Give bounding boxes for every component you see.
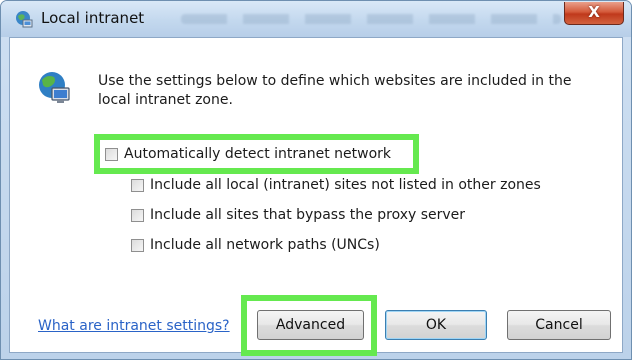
auto-detect-checkbox[interactable] [105, 147, 118, 161]
bypass-proxy-checkbox[interactable] [131, 208, 144, 222]
network-paths-label: Include all network paths (UNCs) [150, 237, 380, 253]
option-local-sites[interactable]: Include all local (intranet) sites not l… [131, 177, 541, 193]
intranet-settings-help-link[interactable]: What are intranet settings? [38, 318, 230, 334]
local-intranet-dialog: Local intranet X Use the settings below … [0, 0, 632, 360]
option-auto-detect[interactable]: Automatically detect intranet network [105, 146, 391, 162]
local-sites-checkbox[interactable] [131, 178, 144, 192]
title-bar[interactable]: Local intranet X [1, 1, 631, 37]
local-sites-label: Include all local (intranet) sites not l… [150, 177, 541, 193]
background-window-tabs [181, 14, 561, 24]
globe-computer-icon [39, 72, 70, 103]
close-button[interactable]: X [564, 2, 624, 25]
network-paths-checkbox[interactable] [131, 238, 144, 252]
intranet-zone-icon [16, 11, 33, 28]
cancel-button[interactable]: Cancel [507, 310, 611, 340]
auto-detect-label: Automatically detect intranet network [124, 146, 391, 162]
option-bypass-proxy[interactable]: Include all sites that bypass the proxy … [131, 207, 465, 223]
advanced-button[interactable]: Advanced [257, 310, 364, 340]
ok-button[interactable]: OK [385, 310, 487, 340]
zone-description: Use the settings below to define which w… [98, 73, 572, 108]
option-network-paths[interactable]: Include all network paths (UNCs) [131, 237, 380, 253]
dialog-title: Local intranet [41, 9, 145, 27]
bypass-proxy-label: Include all sites that bypass the proxy … [150, 207, 466, 223]
